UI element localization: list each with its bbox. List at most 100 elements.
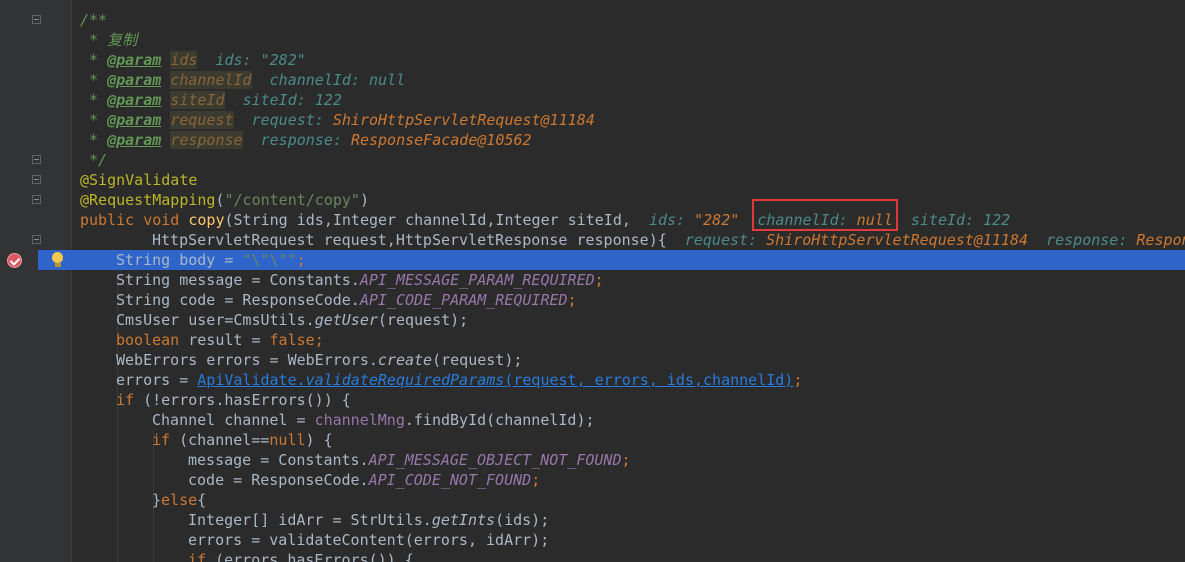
breakpoint-check-icon[interactable] <box>7 253 22 268</box>
statement: errors = validateContent(errors, idArr); <box>188 531 550 549</box>
code-line[interactable]: @RequestMapping("/content/copy") <box>0 190 1185 210</box>
code-text: ) { <box>305 431 333 449</box>
code-text: (request); <box>377 311 469 329</box>
code-text: result = <box>179 331 270 349</box>
inline-hint-name: siteId: <box>242 91 306 109</box>
code-line[interactable]: message = Constants.API_MESSAGE_OBJECT_N… <box>0 450 1185 470</box>
code-text: Channel channel = <box>152 411 315 429</box>
fold-marker-icon[interactable] <box>32 175 41 184</box>
statement: message = Constants.API_MESSAGE_OBJECT_N… <box>188 450 631 470</box>
debug-inline-value: ShiroHttpServletRequest@11184 <box>766 231 1029 249</box>
debug-inline-name: siteId: <box>910 211 975 229</box>
code-line[interactable]: Channel channel = channelMng.findById(ch… <box>0 410 1185 430</box>
code-line[interactable]: HttpServletRequest request,HttpServletRe… <box>0 230 1185 250</box>
code-editor[interactable]: /** * 复制 * @param ids ids: "282" * @para… <box>0 0 1185 562</box>
code-text: String message = Constants. <box>116 271 360 289</box>
code-line[interactable]: boolean result = false; <box>0 330 1185 350</box>
statement: String message = Constants.API_MESSAGE_P… <box>116 270 604 290</box>
statement: WebErrors errors = WebErrors.create(requ… <box>116 350 522 370</box>
code-line[interactable]: code = ResponseCode.API_CODE_NOT_FOUND; <box>0 470 1185 490</box>
code-line[interactable]: @SignValidate <box>0 170 1185 190</box>
code-line[interactable]: }else{ <box>0 490 1185 510</box>
string-literal: "\"\"" <box>242 251 297 269</box>
doc-param-line: * @param response response: ResponseFaca… <box>80 130 532 150</box>
code-line[interactable]: String code = ResponseCode.API_CODE_PARA… <box>0 290 1185 310</box>
code-text: (channel== <box>170 431 270 449</box>
debug-inline-name: request: <box>684 231 758 249</box>
constant: API_CODE_PARAM_REQUIRED <box>359 291 568 309</box>
statement: String code = ResponseCode.API_CODE_PARA… <box>116 290 577 310</box>
code-line[interactable]: if (!errors.hasErrors()) { <box>0 390 1185 410</box>
keyword: null <box>269 431 306 449</box>
parameter-list: HttpServletRequest request,HttpServletRe… <box>152 231 667 249</box>
param-tag[interactable]: @param <box>107 91 161 109</box>
lightbulb-base <box>55 263 61 267</box>
debug-inline-value: "282" <box>694 211 740 229</box>
keyword: if <box>188 551 207 562</box>
inline-hint-value: null <box>369 71 406 89</box>
code-line[interactable]: * 复制 <box>0 30 1185 50</box>
doc-comment-end: */ <box>80 151 108 169</box>
semicolon: ; <box>314 331 324 349</box>
code-line[interactable]: Integer[] idArr = StrUtils.getInts(ids); <box>0 510 1185 530</box>
keyword: boolean <box>116 331 180 349</box>
statement: }else{ <box>152 490 206 510</box>
lightbulb-icon[interactable] <box>52 252 63 263</box>
inline-hint-value: 122 <box>314 91 342 109</box>
parameter-list: (String ids,Integer channelId,Integer si… <box>224 211 631 229</box>
code-line[interactable]: * @param channelId channelId: null <box>0 70 1185 90</box>
doc-param-line: * @param ids ids: "282" <box>80 50 306 70</box>
checkmark-icon <box>9 255 21 266</box>
statement: if (!errors.hasErrors()) { <box>116 390 351 410</box>
code-line[interactable]: CmsUser user=CmsUtils.getUser(request); <box>0 310 1185 330</box>
fold-marker-icon[interactable] <box>32 15 41 24</box>
param-name: response <box>170 131 243 149</box>
statement: errors = ApiValidate.validateRequiredPar… <box>116 370 802 390</box>
fold-marker-icon[interactable] <box>32 155 41 164</box>
code-line[interactable]: * @param request request: ShiroHttpServl… <box>0 110 1185 130</box>
fold-marker-icon[interactable] <box>32 195 41 204</box>
statement: if (channel==null) { <box>152 430 333 450</box>
constant: API_MESSAGE_OBJECT_NOT_FOUND <box>368 451 622 469</box>
param-tag[interactable]: @param <box>107 131 161 149</box>
code-line[interactable]: if (channel==null) { <box>0 430 1185 450</box>
param-tag[interactable]: @param <box>107 51 161 69</box>
semicolon: ; <box>594 271 604 289</box>
annotation: @SignValidate <box>80 171 198 189</box>
inline-hint-value: "282" <box>260 51 306 69</box>
code-text: Integer[] idArr = StrUtils. <box>188 511 432 529</box>
param-tag[interactable]: @param <box>107 111 161 129</box>
code-line[interactable]: * @param ids ids: "282" <box>0 50 1185 70</box>
code-text: (!errors.hasErrors()) { <box>134 391 351 409</box>
code-text: message = Constants. <box>188 451 369 469</box>
execution-line[interactable]: String body = "\"\""; <box>0 250 1185 270</box>
code-line[interactable]: /** <box>0 10 1185 30</box>
fold-marker-icon[interactable] <box>32 235 41 244</box>
code-line[interactable]: errors = validateContent(errors, idArr); <box>0 530 1185 550</box>
code-line[interactable]: if (errors.hasErrors()) { <box>0 550 1185 562</box>
param-name: request <box>170 111 234 129</box>
code-text: .findById(channelId); <box>404 411 595 429</box>
code-line[interactable]: String message = Constants.API_MESSAGE_P… <box>0 270 1185 290</box>
hyperlink-args[interactable]: (request, errors, ids,channelId) <box>504 371 793 389</box>
code-line[interactable]: */ <box>0 150 1185 170</box>
param-name: ids <box>170 51 198 69</box>
code-line[interactable]: * @param siteId siteId: 122 <box>0 90 1185 110</box>
constant: API_CODE_NOT_FOUND <box>368 471 532 489</box>
code-line[interactable]: * @param response response: ResponseFaca… <box>0 130 1185 150</box>
debug-inline-name: ids: <box>648 211 686 229</box>
code-text: String body = <box>116 251 243 269</box>
semicolon: ; <box>531 471 541 489</box>
debug-inline-name: response: <box>1046 231 1128 249</box>
method-name[interactable]: copy <box>188 211 224 229</box>
code-text: errors = <box>116 371 198 389</box>
debug-inline-value: 122 <box>983 211 1011 229</box>
hyperlink-method[interactable]: validateRequiredParams <box>306 371 505 389</box>
code-line[interactable]: errors = ApiValidate.validateRequiredPar… <box>0 370 1185 390</box>
code-line[interactable]: WebErrors errors = WebErrors.create(requ… <box>0 350 1185 370</box>
inline-hint-name: ids: <box>215 51 252 69</box>
hyperlink-class[interactable]: ApiValidate. <box>197 371 305 389</box>
debug-inline-value: Respon <box>1136 231 1185 249</box>
code-line[interactable]: public void copy(String ids,Integer chan… <box>0 210 1185 230</box>
param-tag[interactable]: @param <box>107 71 161 89</box>
